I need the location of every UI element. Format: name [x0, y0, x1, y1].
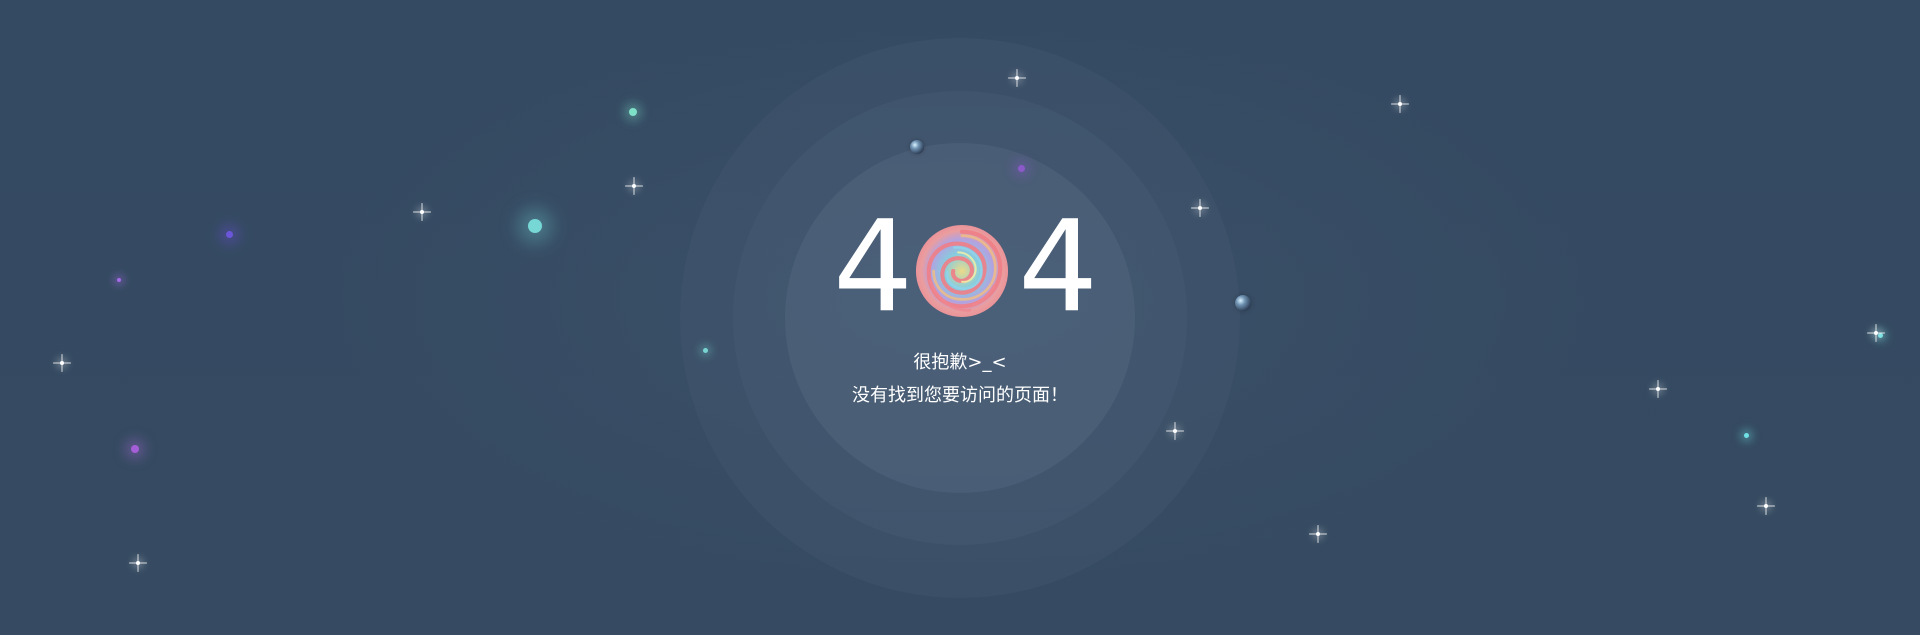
error-panel: 4 4 很抱歉>_< 没有找到您要访问的页面！: [0, 0, 1920, 635]
error-code-right-digit: 4: [1018, 193, 1099, 340]
error-message: 没有找到您要访问的页面！: [852, 385, 1068, 406]
error-title: 很抱歉>_<: [913, 352, 1007, 373]
error-code: 4 4: [820, 204, 1100, 330]
swirl-planet-icon: [915, 224, 1009, 318]
error-code-left-digit: 4: [833, 193, 914, 340]
